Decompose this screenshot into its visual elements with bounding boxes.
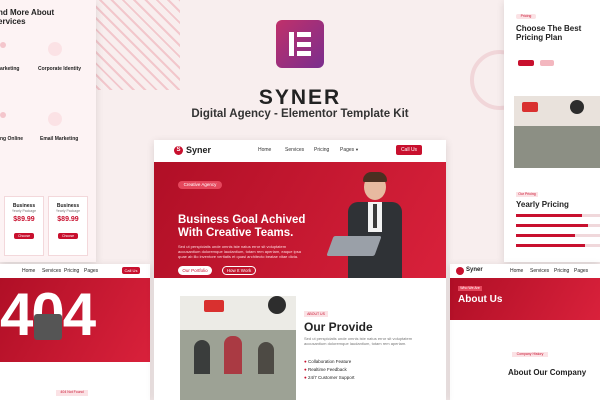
hero-title-line2: With Creative Teams. xyxy=(178,227,294,239)
check-icon: ● xyxy=(304,359,307,364)
pricing-toggle-monthly[interactable] xyxy=(518,60,534,66)
right-about-preview: Syner Home Services Pricing Pages Who We… xyxy=(450,264,600,400)
pricing-heading-line1: Choose The Best xyxy=(516,24,582,33)
nav-services[interactable]: Services xyxy=(42,268,61,274)
right-pricing-preview: Pricing Choose The Best Pricing Plan Our… xyxy=(504,0,600,262)
choose-button[interactable]: Choose xyxy=(58,233,78,239)
hero-section: Creative Agency Business Goal Achived Wi… xyxy=(154,162,446,278)
elementor-logo xyxy=(276,20,324,68)
nav-services[interactable]: Services xyxy=(530,268,549,274)
services-heading-line1: nd More About xyxy=(0,8,55,17)
provide-list: ● Collaboration Feature ● Realtime Feedb… xyxy=(304,359,355,380)
list-item: ● Realtime Feedback xyxy=(304,367,355,372)
nav-home[interactable]: Home xyxy=(258,147,271,153)
decorative-stripes xyxy=(90,0,180,90)
list-item: ● 24/7 Customer Support xyxy=(304,375,355,380)
syner-logo-icon: S xyxy=(174,146,183,155)
nav-services[interactable]: Services xyxy=(285,147,304,153)
yearly-tag: Our Pricing xyxy=(516,192,538,197)
pricing-card: Business Yearly Package $89.99 Choose xyxy=(4,196,44,256)
about-us-tag: ABOUT US xyxy=(304,311,328,317)
about-title: About Us xyxy=(458,294,503,305)
pricing-heading: Choose The Best Pricing Plan xyxy=(516,24,581,42)
hero-title: Business Goal Achived With Creative Team… xyxy=(178,214,348,240)
service-item-label: Email Marketing xyxy=(40,136,79,142)
nav-pages[interactable]: Pages xyxy=(574,268,588,274)
laptop-image xyxy=(34,314,62,340)
list-item: ● Collaboration Feature xyxy=(304,359,355,364)
card-price: $89.99 xyxy=(13,216,35,223)
error-hero: 404 xyxy=(0,278,150,362)
list-item-label: Collaboration Feature xyxy=(307,359,352,364)
hero-text: Sed ut perspiciatis unde omnis iste natu… xyxy=(178,244,301,259)
not-found-tag: 404 Not Found xyxy=(56,390,88,396)
main-nav-bar: S Syner Home Services Pricing Pages ▼ Ca… xyxy=(154,140,446,162)
nav-bar: Home Services Pricing Pages Call Us xyxy=(0,264,150,278)
nav-pages[interactable]: Pages xyxy=(340,147,354,153)
businessman-image xyxy=(326,172,424,278)
card-sub: Yearly Package xyxy=(11,209,37,213)
progress-track xyxy=(516,244,600,247)
left-services-preview: nd More About ervices arketing Corporate… xyxy=(0,0,96,262)
check-icon: ● xyxy=(304,367,307,372)
nav-pricing[interactable]: Pricing xyxy=(64,268,79,274)
nav-bar: Syner Home Services Pricing Pages xyxy=(450,264,600,278)
brand-name: SYNER xyxy=(258,86,342,109)
company-history-tag: Company History xyxy=(512,352,548,357)
service-icon xyxy=(48,42,62,56)
check-icon: ● xyxy=(304,375,307,380)
pricing-card: Business Yearly Package $89.99 Choose xyxy=(48,196,88,256)
list-item-label: 24/7 Customer Support xyxy=(307,375,355,380)
nav-home[interactable]: Home xyxy=(22,268,35,274)
pricing-toggle-yearly[interactable] xyxy=(540,60,554,66)
service-item-label: Corporate Identity xyxy=(38,66,82,72)
left-404-preview: Home Services Pricing Pages Call Us 404 … xyxy=(0,264,150,400)
about-company-title: About Our Company xyxy=(508,368,587,377)
about-hero: Who We Are About Us xyxy=(450,278,600,320)
choose-button[interactable]: Choose xyxy=(14,233,34,239)
services-heading-line2: ervices xyxy=(0,17,26,26)
call-us-button[interactable]: Call Us xyxy=(396,145,422,155)
pricing-heading-line2: Pricing Plan xyxy=(516,33,563,42)
call-us-button[interactable]: Call Us xyxy=(122,267,140,274)
office-photo xyxy=(180,296,296,400)
service-icon xyxy=(0,42,6,48)
nav-pages[interactable]: Pages xyxy=(84,268,98,274)
who-we-are-tag: Who We Are xyxy=(458,286,482,291)
laptop-icon xyxy=(326,236,382,256)
list-item-label: Realtime Feedback xyxy=(307,367,347,372)
logo-text[interactable]: Syner xyxy=(186,145,211,155)
logo-text[interactable]: Syner xyxy=(466,267,483,273)
progress-track xyxy=(516,214,600,217)
provide-section: ABOUT US Our Provide Sed ut perspiciatis… xyxy=(154,278,446,400)
our-provide-title: Our Provide xyxy=(304,320,373,334)
yearly-heading: Yearly Pricing xyxy=(516,200,569,209)
photo-people xyxy=(514,126,600,168)
how-it-work-button[interactable]: How It Work xyxy=(222,266,256,275)
nav-pricing[interactable]: Pricing xyxy=(554,268,569,274)
progress-track xyxy=(516,224,600,227)
syner-logo-icon xyxy=(456,267,464,275)
progress-track xyxy=(516,234,600,237)
provide-text: Sed ut perspiciatis unde omnis iste natu… xyxy=(304,336,413,346)
creative-agency-badge: Creative Agency xyxy=(178,181,222,189)
brand-subtitle: Digital Agency - Elementor Template Kit xyxy=(191,108,409,120)
main-homepage-preview: S Syner Home Services Pricing Pages ▼ Ca… xyxy=(154,140,446,400)
chevron-down-icon[interactable]: ▼ xyxy=(355,147,359,152)
card-sub: Yearly Package xyxy=(55,209,81,213)
hero-title-line1: Business Goal Achived xyxy=(178,214,306,226)
services-heading: nd More About ervices xyxy=(0,8,54,26)
card-price: $89.99 xyxy=(57,216,79,223)
service-item-label: ng Online xyxy=(0,136,24,142)
service-item-label: arketing xyxy=(0,66,20,72)
our-portfolio-button[interactable]: Our Portfolio xyxy=(178,266,212,275)
pricing-tag: Pricing xyxy=(516,14,536,19)
nav-pricing[interactable]: Pricing xyxy=(314,147,329,153)
nav-home[interactable]: Home xyxy=(510,268,523,274)
